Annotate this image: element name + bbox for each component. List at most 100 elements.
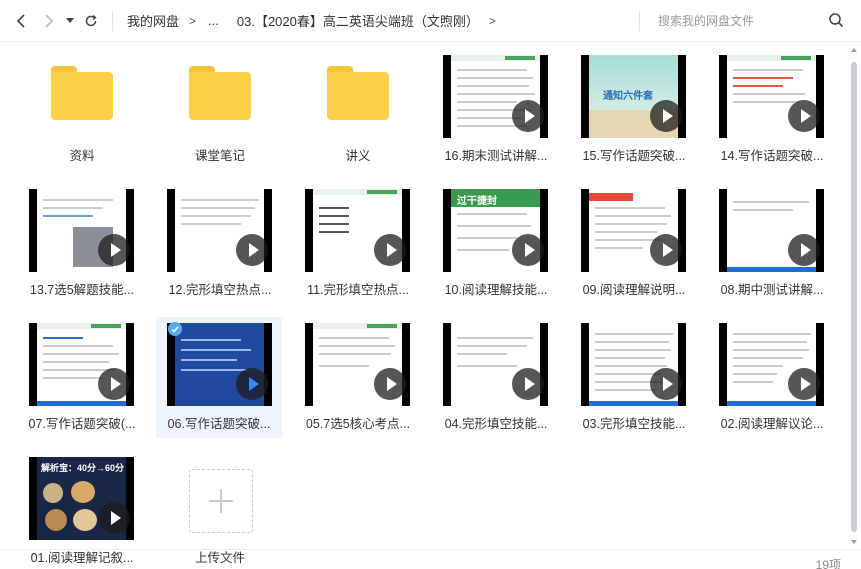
plus-icon: [209, 489, 233, 513]
search-icon[interactable]: [828, 12, 844, 28]
search-input[interactable]: [650, 14, 810, 28]
item-label: 12.完形填空热点...: [168, 283, 272, 297]
scrollbar-thumb[interactable]: [851, 62, 857, 532]
upload-button[interactable]: [189, 469, 253, 533]
video-item[interactable]: 02.阅读理解议论...: [710, 320, 834, 438]
divider: [112, 10, 113, 31]
play-icon[interactable]: [374, 234, 406, 266]
status-bar: 19项: [0, 549, 861, 569]
play-icon[interactable]: [236, 368, 268, 400]
scroll-down-icon[interactable]: [851, 540, 857, 544]
play-icon[interactable]: [512, 100, 544, 132]
back-button[interactable]: [8, 8, 34, 34]
search-box: [650, 8, 850, 34]
video-thumbnail: [443, 323, 548, 406]
item-label: 09.阅读理解说明...: [582, 283, 686, 297]
nav-group: [0, 8, 104, 34]
forward-button[interactable]: [36, 8, 62, 34]
breadcrumb-ellipsis[interactable]: ...: [202, 13, 225, 28]
play-icon[interactable]: [788, 234, 820, 266]
breadcrumb-root[interactable]: 我的网盘: [123, 11, 183, 30]
breadcrumb-current[interactable]: 03.【2020春】高二英语尖端班（文煦刚）: [233, 11, 483, 30]
play-icon[interactable]: [374, 368, 406, 400]
item-label: 16.期末测试讲解...: [444, 149, 548, 163]
chevron-right-icon: [45, 13, 54, 28]
play-icon[interactable]: [650, 368, 682, 400]
video-thumbnail: [305, 323, 410, 406]
item-label: 13.7选5解题技能...: [29, 283, 135, 297]
play-icon[interactable]: [788, 100, 820, 132]
folder-item[interactable]: 讲义: [296, 52, 420, 170]
video-item[interactable]: 11.完形填空热点...: [296, 186, 420, 304]
video-thumbnail: [443, 55, 548, 138]
video-item[interactable]: 过干捷封 10.阅读理解技能...: [434, 186, 558, 304]
folder-icon: [51, 66, 113, 120]
play-icon[interactable]: [98, 234, 130, 266]
video-item[interactable]: 05.7选5核心考点...: [296, 320, 420, 438]
refresh-button[interactable]: [78, 8, 104, 34]
item-label: 05.7选5核心考点...: [305, 417, 411, 431]
video-thumbnail: 过干捷封: [443, 189, 548, 272]
video-item[interactable]: 07.写作话题突破(...: [20, 320, 144, 438]
play-icon[interactable]: [512, 368, 544, 400]
item-label: 14.写作话题突破...: [720, 149, 824, 163]
item-label: 06.写作话题突破...: [167, 417, 271, 431]
video-item[interactable]: 通知六件套 15.写作话题突破...: [572, 52, 696, 170]
play-icon[interactable]: [650, 234, 682, 266]
video-item[interactable]: 13.7选5解题技能...: [20, 186, 144, 304]
video-item[interactable]: 08.期中测试讲解...: [710, 186, 834, 304]
folder-icon: [327, 66, 389, 120]
item-count: 19项: [815, 558, 841, 569]
item-label: 03.完形填空技能...: [582, 417, 686, 431]
folder-icon: [189, 66, 251, 120]
breadcrumb-separator: >: [189, 13, 197, 28]
play-icon[interactable]: [98, 368, 130, 400]
breadcrumb-trail-separator[interactable]: >: [483, 14, 502, 28]
vertical-scrollbar[interactable]: [849, 44, 859, 544]
video-thumbnail: [29, 189, 134, 272]
video-item[interactable]: 03.完形填空技能...: [572, 320, 696, 438]
video-thumbnail: 解析宝：40分→60分: [29, 457, 134, 540]
thumbnail-title: 解析宝：40分→60分: [41, 463, 125, 473]
play-icon[interactable]: [236, 234, 268, 266]
play-icon[interactable]: [650, 100, 682, 132]
video-item[interactable]: 14.写作话题突破...: [710, 52, 834, 170]
item-label: 07.写作话题突破(...: [28, 417, 136, 431]
video-item[interactable]: 04.完形填空技能...: [434, 320, 558, 438]
video-thumbnail: [167, 323, 272, 406]
refresh-icon: [85, 14, 97, 26]
video-item-selected[interactable]: 06.写作话题突破...: [156, 317, 282, 438]
selected-check-icon[interactable]: [168, 322, 182, 336]
video-thumbnail: [581, 323, 686, 406]
top-toolbar: 我的网盘 > ... 03.【2020春】高二英语尖端班（文煦刚） >: [0, 0, 861, 42]
video-thumbnail: [719, 189, 824, 272]
item-label: 04.完形填空技能...: [444, 417, 548, 431]
item-label: 08.期中测试讲解...: [720, 283, 824, 297]
video-item[interactable]: 12.完形填空热点...: [158, 186, 282, 304]
folder-item[interactable]: 资料: [20, 52, 144, 170]
item-label: 讲义: [345, 149, 371, 163]
thumbnail-title: 过干捷封: [457, 196, 497, 207]
play-icon[interactable]: [788, 368, 820, 400]
caret-down-icon: [66, 17, 74, 23]
history-dropdown-button[interactable]: [62, 8, 78, 34]
chevron-left-icon: [16, 13, 25, 28]
video-thumbnail: [167, 189, 272, 272]
scroll-up-icon[interactable]: [851, 48, 857, 52]
item-label: 02.阅读理解议论...: [720, 417, 824, 431]
item-label: 课堂笔记: [194, 149, 245, 163]
video-thumbnail: [29, 323, 134, 406]
play-icon[interactable]: [98, 502, 130, 534]
item-label: 15.写作话题突破...: [582, 149, 686, 163]
video-item[interactable]: 09.阅读理解说明...: [572, 186, 696, 304]
item-label: 10.阅读理解技能...: [444, 283, 548, 297]
folder-item[interactable]: 课堂笔记: [158, 52, 282, 170]
item-label: 资料: [69, 149, 95, 163]
divider: [639, 11, 640, 31]
play-icon[interactable]: [512, 234, 544, 266]
video-item[interactable]: 16.期末测试讲解...: [434, 52, 558, 170]
video-thumbnail: [581, 189, 686, 272]
thumbnail-title: 通知六件套: [603, 91, 653, 102]
video-thumbnail: 通知六件套: [581, 55, 686, 138]
video-thumbnail: [719, 323, 824, 406]
